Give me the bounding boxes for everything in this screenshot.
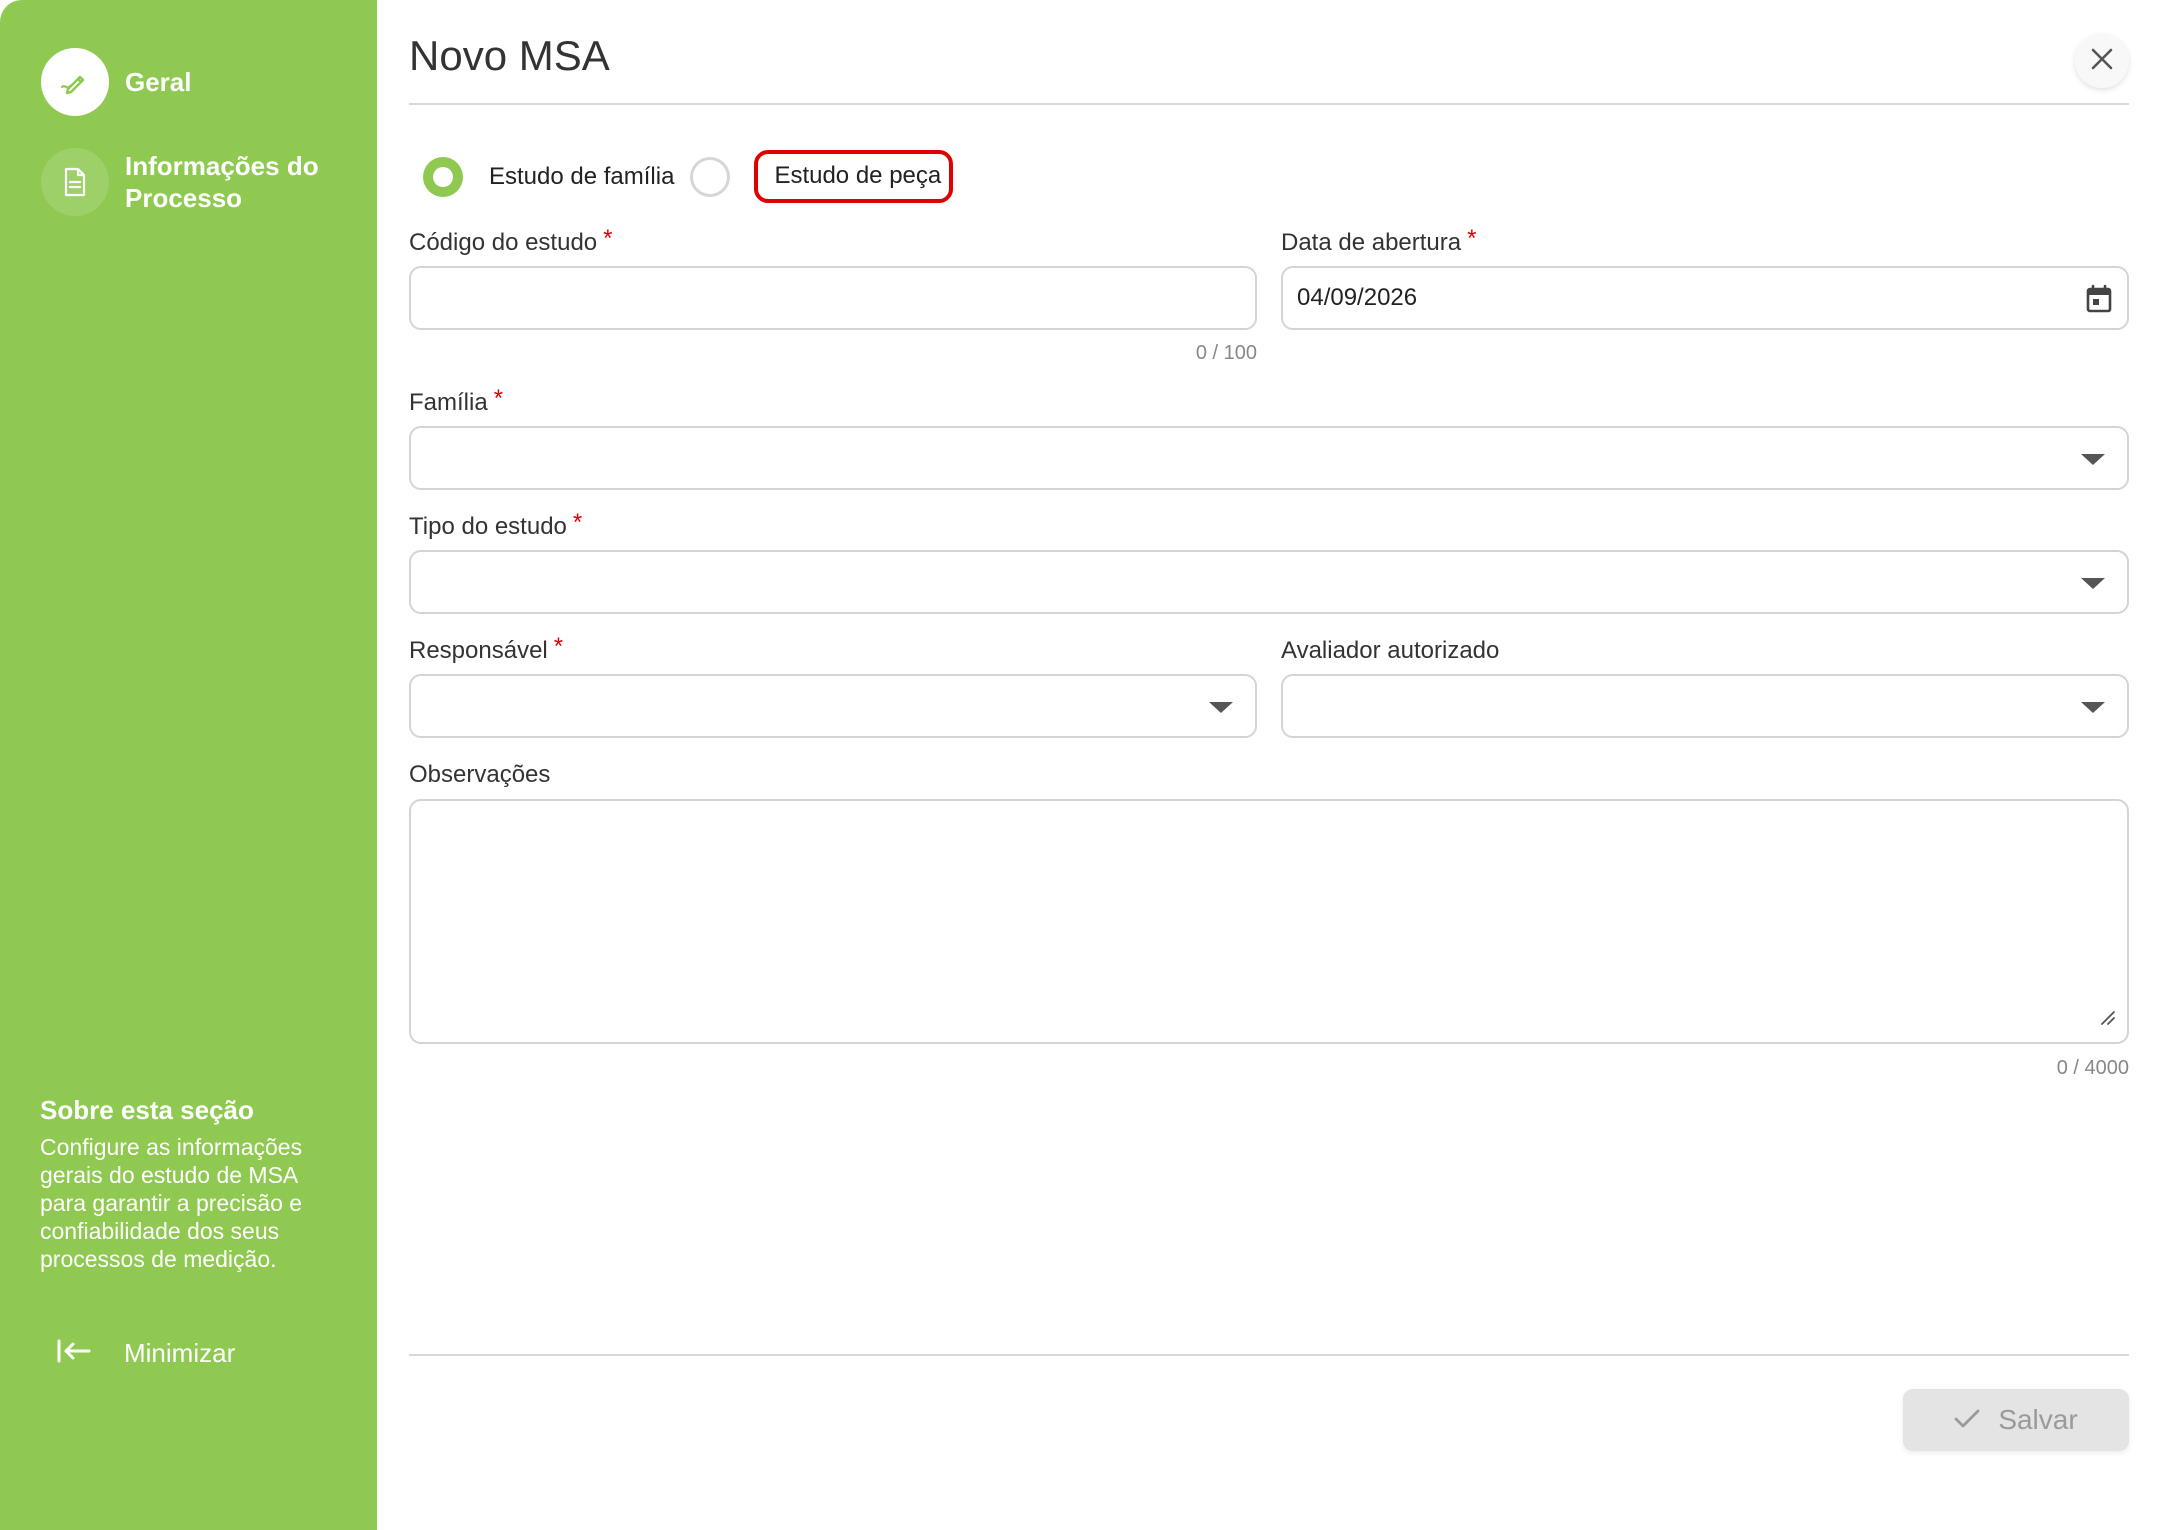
tipo-estudo-label: Tipo do estudo *: [409, 509, 583, 542]
radio-label-estudo-familia[interactable]: Estudo de família: [489, 163, 674, 191]
collapse-left-icon: [56, 1339, 92, 1368]
chevron-down-icon: [2081, 578, 2105, 589]
sidebar-item-informacoes-processo[interactable]: Informações do Processo: [41, 148, 355, 216]
sidebar: Geral Informações do Processo Sobre esta…: [0, 0, 377, 1530]
required-mark: *: [1467, 225, 1477, 252]
tipo-estudo-select[interactable]: [409, 550, 2129, 614]
sidebar-item-label: Informações do Processo: [125, 151, 319, 213]
footer-divider: [409, 1354, 2129, 1356]
chevron-down-icon: [1209, 702, 1233, 713]
about-text: Configure as informações gerais do estud…: [40, 1134, 303, 1272]
save-button[interactable]: Salvar: [1903, 1389, 2129, 1451]
codigo-estudo-label: Código do estudo *: [409, 225, 613, 258]
sidebar-item-geral[interactable]: Geral: [41, 48, 192, 116]
save-button-label: Salvar: [1998, 1404, 2078, 1435]
chevron-down-icon: [2081, 454, 2105, 465]
responsavel-label: Responsável *: [409, 633, 564, 666]
check-icon: [1954, 1404, 1980, 1436]
about-section: Sobre esta seção Configure as informaçõe…: [40, 1093, 340, 1273]
document-icon: [41, 148, 109, 216]
radio-label-estudo-peca[interactable]: Estudo de peça: [754, 150, 954, 203]
data-abertura-value: 04/09/2026: [1297, 284, 1418, 311]
required-mark: *: [553, 633, 564, 660]
sidebar-item-label: Geral: [125, 67, 192, 97]
required-mark: *: [493, 385, 504, 412]
page-title: Novo MSA: [409, 32, 610, 79]
data-abertura-label-text: Data de abertura: [1281, 229, 1462, 256]
minimize-label: Minimizar: [124, 1338, 236, 1368]
radio-estudo-peca[interactable]: [690, 156, 731, 197]
tipo-estudo-label-text: Tipo do estudo: [409, 513, 567, 540]
codigo-estudo-input[interactable]: [409, 266, 1257, 330]
observacoes-label-text: Observações: [409, 761, 551, 788]
avaliador-label-text: Avaliador autorizado: [1281, 637, 1500, 664]
new-msa-dialog: Geral Informações do Processo Sobre esta…: [0, 0, 2160, 1530]
avaliador-select[interactable]: [1281, 674, 2129, 738]
study-type-radio-group: Estudo de família Estudo de peça: [423, 150, 954, 203]
about-title: Sobre esta seção: [40, 1095, 254, 1125]
observacoes-counter: 0 / 4000: [2056, 1057, 2129, 1079]
responsavel-select[interactable]: [409, 674, 1257, 738]
codigo-estudo-counter: 0 / 100: [1195, 342, 1257, 364]
data-abertura-input[interactable]: 04/09/2026: [1281, 266, 2129, 330]
close-icon: [2090, 47, 2114, 76]
data-abertura-label: Data de abertura *: [1281, 225, 1477, 258]
familia-label: Família *: [409, 385, 504, 418]
familia-select[interactable]: [409, 426, 2129, 490]
main-panel: Novo MSA Estudo de família Estudo de peç…: [377, 0, 2160, 1530]
required-mark: *: [603, 225, 613, 252]
minimize-button[interactable]: Minimizar: [56, 1336, 235, 1370]
header-divider: [409, 103, 2129, 105]
radio-estudo-familia[interactable]: [423, 156, 463, 197]
observacoes-textarea[interactable]: [409, 799, 2129, 1044]
resize-handle-icon[interactable]: [2099, 1009, 2115, 1030]
observacoes-label: Observações: [409, 760, 550, 790]
required-mark: *: [572, 509, 583, 536]
calendar-icon[interactable]: [2085, 284, 2113, 321]
pencil-icon: [41, 48, 109, 116]
familia-label-text: Família: [409, 389, 488, 416]
codigo-estudo-label-text: Código do estudo: [409, 229, 598, 256]
chevron-down-icon: [2081, 702, 2105, 713]
avaliador-label: Avaliador autorizado: [1281, 636, 1499, 666]
close-button[interactable]: [2075, 34, 2129, 88]
responsavel-label-text: Responsável: [409, 637, 548, 664]
